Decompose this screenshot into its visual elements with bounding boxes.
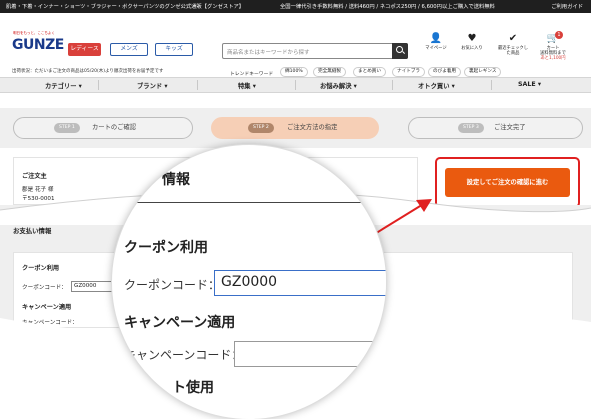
recent-check-label: 最近チェックした商品 <box>497 46 529 56</box>
site-header: 明日をもっと、ここちよく GUNZE レディース メンズ キッズ 商品名またはキ… <box>0 13 591 77</box>
zoom-point-partial: ト使用 <box>172 380 214 396</box>
shipping-info: 全国一律代引き手数料無料 / 送料460円 / ネコポス250円 / 6,600… <box>280 4 495 10</box>
zoom-campaign-title: キャンペーン適用 <box>124 315 236 331</box>
zoom-divider <box>112 202 386 203</box>
gunze-logo[interactable]: GUNZE <box>12 37 64 53</box>
favorite-link[interactable]: ♥ お気に入り <box>455 33 489 51</box>
step-label: ご注文方法の指定 <box>287 124 338 131</box>
trend-tag[interactable]: 完全無縫製 <box>313 67 346 77</box>
global-nav: カテゴリー ▾ ブランド ▾ 特集 ▾ お悩み解決 ▾ オトク買い ▾ SALE… <box>0 77 591 93</box>
step-3: STEP 3 ご注文完了 <box>408 117 583 139</box>
trend-tag[interactable]: のびよ着用 <box>428 67 461 77</box>
mypage-icon: 👤 <box>429 33 443 44</box>
search-icon <box>396 46 403 53</box>
zoom-campaign-label: キャンペーンコード： <box>124 348 244 362</box>
nav-divider <box>392 80 393 90</box>
category-mens-button[interactable]: メンズ <box>110 43 148 56</box>
coupon-label: クーポンコード： <box>22 285 67 291</box>
recent-check-link[interactable]: ✔ 最近チェックした商品 <box>496 33 530 56</box>
guide-link[interactable]: ご利用ガイド <box>551 2 583 10</box>
cart-link[interactable]: 🛒 1 カート 送料無料まで あと1,100円 <box>536 31 570 61</box>
trend-tag[interactable]: 裏起レギンス <box>464 67 502 77</box>
search-input[interactable]: 商品名またはキーワードから探す <box>227 48 310 56</box>
step-label: ご注文完了 <box>494 124 526 131</box>
nav-sale[interactable]: SALE ▾ <box>518 81 541 88</box>
payment-title: お支払い情報 <box>13 227 52 235</box>
mypage-link[interactable]: 👤 マイページ <box>419 33 453 51</box>
nav-divider <box>295 80 296 90</box>
step-number: STEP 1 <box>54 123 80 133</box>
trend-keyword-label: トレンドキーワード <box>230 72 274 77</box>
top-info-bar: 肌着・下着・インナー・ショーツ・ブラジャー・ボクサーパンツのグンゼ公式通販【グン… <box>0 0 591 13</box>
mypage-label: マイページ <box>425 46 447 51</box>
trend-tag[interactable]: ナイトブラ <box>392 67 425 77</box>
campaign-code-input[interactable] <box>234 341 386 367</box>
favorite-label: お気に入り <box>461 46 483 51</box>
cart-remaining-amount: あと1,100円 <box>540 56 566 61</box>
step-1: STEP 1 カートのご確認 <box>13 117 193 139</box>
checkout-steps: STEP 1 カートのご確認 STEP 2 ご注文方法の指定 STEP 3 ご注… <box>0 108 591 148</box>
favorite-icon: ♥ <box>467 33 477 44</box>
coupon-code-input[interactable]: GZ0000 <box>214 270 386 296</box>
category-kids-button[interactable]: キッズ <box>155 43 193 56</box>
zoom-coupon-label: クーポンコード： <box>124 278 221 292</box>
zoom-coupon-title: クーポン利用 <box>124 240 208 256</box>
nav-deals[interactable]: オトク買い ▾ <box>418 81 455 90</box>
search-box[interactable]: 商品名またはキーワードから探す <box>222 43 408 59</box>
nav-divider <box>197 80 198 90</box>
step-2-active: STEP 2 ご注文方法の指定 <box>211 117 379 139</box>
zoom-heading-partial: 情報 <box>162 172 190 188</box>
recent-check-icon: ✔ <box>508 33 518 44</box>
logo-tagline: 明日をもっと、ここちよく <box>13 31 55 35</box>
step-number: STEP 3 <box>458 123 484 133</box>
search-button[interactable] <box>392 43 408 59</box>
cart-count-badge: 1 <box>555 31 563 39</box>
magnifier-zoom: 情報 クーポン利用 クーポンコード： GZ0000 キャンペーン適用 キャンペー… <box>111 144 387 419</box>
coupon-title: クーポン利用 <box>22 265 60 272</box>
nav-divider <box>98 80 99 90</box>
shipping-notice: 出荷状況：ただいまご注文の商品は05/20(木)より順次出荷をお届予定です <box>12 69 164 74</box>
cart-icon: 🛒 <box>546 33 560 44</box>
trend-tag[interactable]: まとめ買い <box>353 67 386 77</box>
category-ladies-button[interactable]: レディース <box>68 43 101 56</box>
site-description: 肌着・下着・インナー・ショーツ・ブラジャー・ボクサーパンツのグンゼ公式通販【グン… <box>6 4 245 10</box>
nav-solutions[interactable]: お悩み解決 ▾ <box>320 81 357 90</box>
orderer-title: ご注文主 <box>22 173 47 180</box>
nav-divider <box>491 80 492 90</box>
nav-feature[interactable]: 特集 ▾ <box>238 81 256 90</box>
step-label: カートのご確認 <box>92 124 137 131</box>
nav-category[interactable]: カテゴリー ▾ <box>45 81 82 90</box>
trend-tag[interactable]: 綿100% <box>280 67 308 77</box>
step-number: STEP 2 <box>248 123 274 133</box>
nav-brand[interactable]: ブランド ▾ <box>137 81 168 90</box>
